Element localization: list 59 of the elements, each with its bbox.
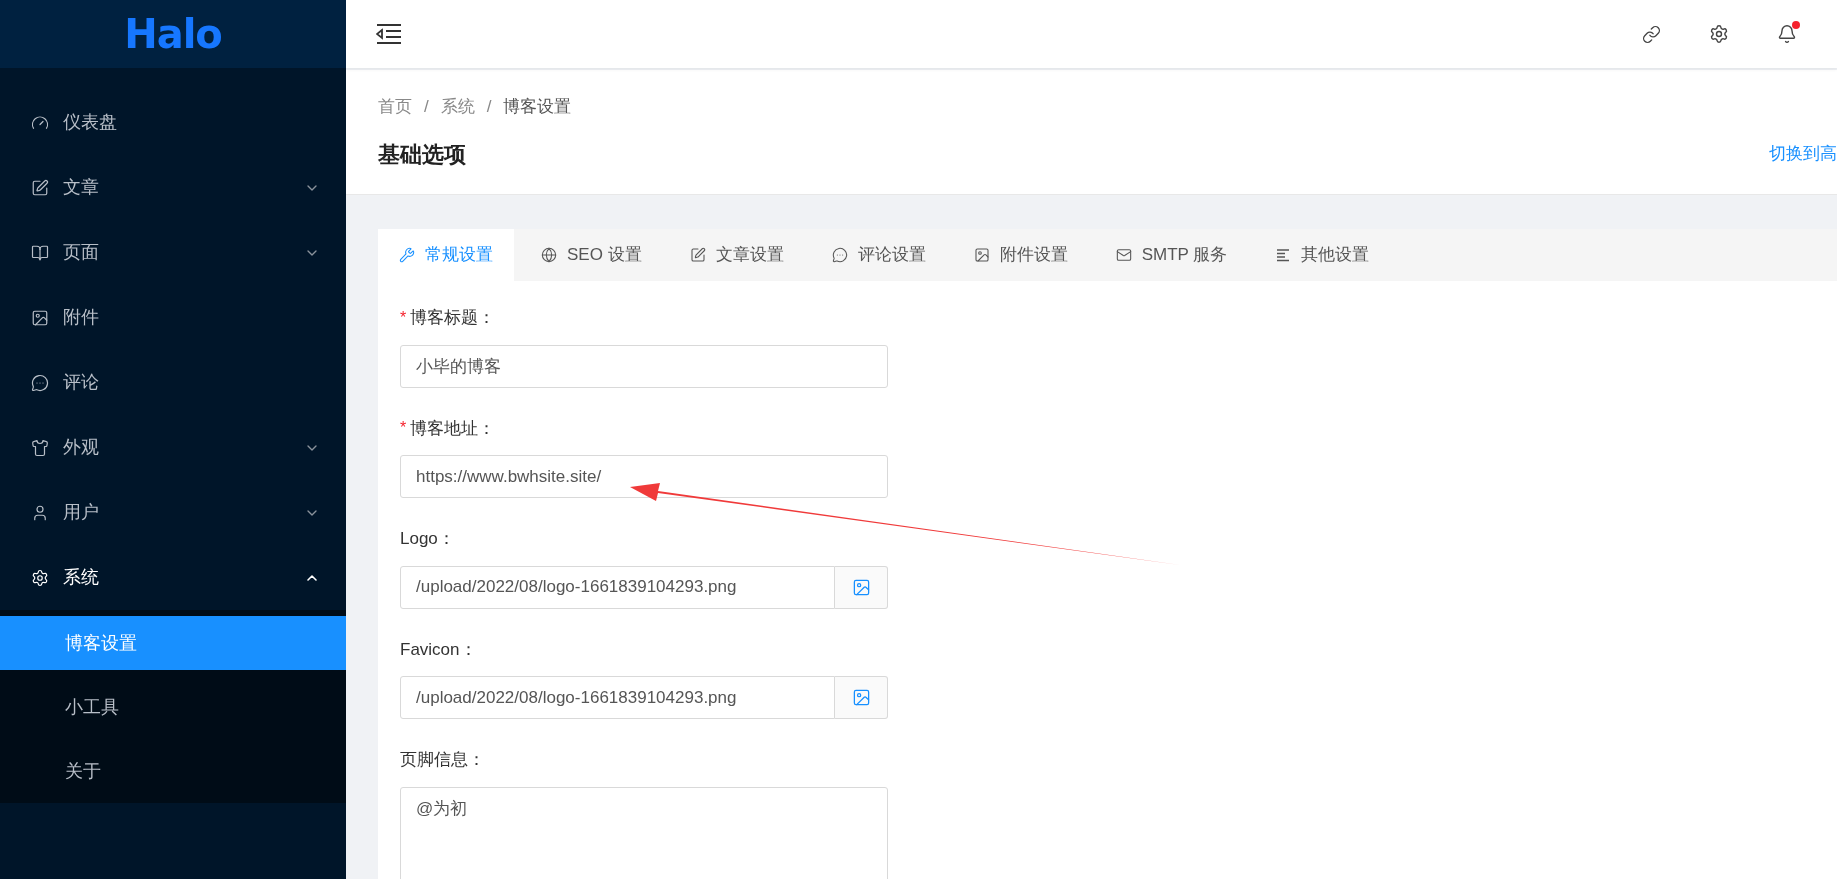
wrench-icon [399,247,415,263]
field-label: 博客标题： [410,307,496,329]
chat-bubble-icon [31,373,49,392]
image-picker-button[interactable] [835,565,888,609]
mail-icon [1115,247,1132,263]
link-icon[interactable] [1642,24,1661,44]
tab[interactable]: 文章设置 [668,229,805,281]
sidebar-item[interactable]: 页面 [0,220,346,285]
sidebar-item[interactable]: 系统 [0,545,346,610]
textarea-field[interactable]: @为初 [400,786,888,879]
field-label: Logo： [400,528,455,550]
logo[interactable]: Halo [124,14,222,54]
chat-bubble-icon [831,247,848,263]
book-icon [31,243,49,262]
sidebar-item[interactable]: 附件 [0,285,346,350]
shirt-icon [31,438,49,457]
submenu-item[interactable]: 关于 [0,744,346,798]
page-title: 基础选项 [378,140,467,169]
tab[interactable]: SEO 设置 [520,229,663,281]
sidebar-item[interactable]: 外观 [0,415,346,480]
breadcrumb-item: 博客设置 [503,96,572,118]
edit-icon [689,247,706,263]
field-label: 博客地址： [410,417,496,440]
image-icon [851,577,871,597]
tab[interactable]: 附件设置 [952,229,1089,281]
sidebar-item[interactable]: 仪表盘 [0,90,346,155]
sidebar-item[interactable]: 文章 [0,155,346,220]
settings-icon[interactable] [1709,24,1729,44]
image-path-field[interactable]: /upload/2022/08/logo-1661839104293.png [400,676,835,719]
image-icon [851,688,871,707]
required-asterisk: * [400,420,407,437]
breadcrumb-item[interactable]: 系统 [440,94,475,120]
image-icon [31,308,49,327]
submenu-item[interactable]: 小工具 [0,680,346,734]
edit-icon [31,178,49,197]
sidebar-item[interactable]: 评论 [0,350,346,415]
field-label: 页脚信息： [400,749,485,771]
required-asterisk: * [400,309,407,326]
lines-icon [1275,247,1292,263]
tab[interactable]: 其他设置 [1254,229,1391,281]
bell-icon [1777,24,1797,44]
gauge-icon [31,113,49,132]
collapse-menu-icon[interactable] [376,23,402,45]
globe-icon [541,247,557,263]
image-path-field[interactable]: /upload/2022/08/logo-1661839104293.png [400,565,835,609]
settings-icon [31,568,49,587]
sidebar-item[interactable]: 用户 [0,480,346,545]
field-label: Favicon： [400,638,477,661]
tab[interactable]: 评论设置 [810,229,947,281]
breadcrumb-separator: / [424,96,429,118]
breadcrumb-separator: / [486,96,492,118]
tab[interactable]: SMTP 服务 [1094,229,1249,281]
text-field[interactable]: 小毕的博客 [400,344,888,388]
image-picker-button[interactable] [835,676,888,719]
breadcrumb-item[interactable]: 首页 [378,94,412,120]
user-icon [31,503,49,522]
notification-bell[interactable] [1777,24,1797,44]
image-icon [973,247,990,263]
text-field[interactable]: https://www.bwhsite.site/ [400,455,888,498]
